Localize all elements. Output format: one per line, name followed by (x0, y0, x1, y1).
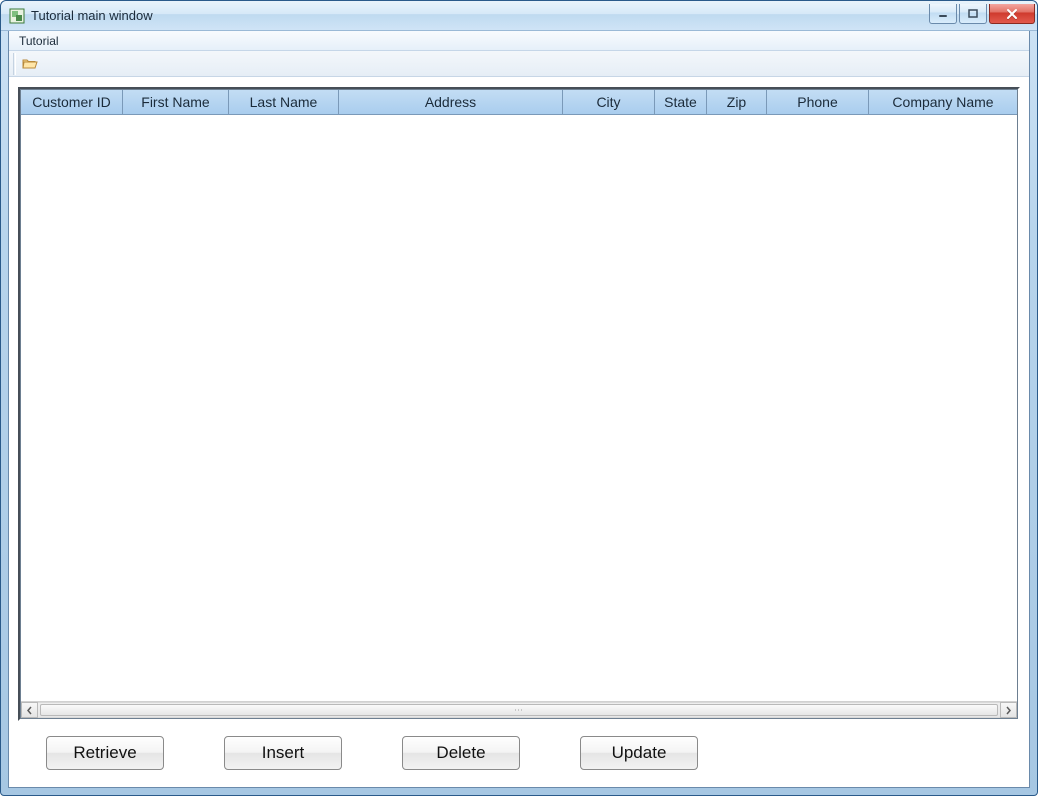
menubar: Tutorial (9, 31, 1029, 51)
app-icon (9, 8, 25, 24)
column-header-customer-id[interactable]: Customer ID (21, 90, 123, 114)
column-header-city[interactable]: City (563, 90, 655, 114)
button-row: Retrieve Insert Delete Update (18, 721, 1020, 775)
column-header-first-name[interactable]: First Name (123, 90, 229, 114)
scroll-left-button[interactable] (21, 702, 38, 718)
content-area: Customer ID First Name Last Name Address… (9, 77, 1029, 787)
delete-button[interactable]: Delete (402, 736, 520, 770)
close-icon (1005, 8, 1019, 20)
data-grid-inner: Customer ID First Name Last Name Address… (20, 89, 1018, 719)
column-header-address[interactable]: Address (339, 90, 563, 114)
chevron-left-icon (26, 706, 33, 715)
column-header-last-name[interactable]: Last Name (229, 90, 339, 114)
window-controls (929, 4, 1035, 24)
column-header-state[interactable]: State (655, 90, 707, 114)
horizontal-scrollbar[interactable]: ⋯ (21, 701, 1017, 718)
grid-header: Customer ID First Name Last Name Address… (21, 90, 1017, 115)
update-button[interactable]: Update (580, 736, 698, 770)
column-header-company-name[interactable]: Company Name (869, 90, 1017, 114)
window-title: Tutorial main window (31, 8, 929, 23)
scroll-grip-icon: ⋯ (514, 705, 524, 716)
scroll-thumb[interactable]: ⋯ (40, 704, 998, 716)
chevron-right-icon (1005, 706, 1012, 715)
minimize-icon (937, 8, 949, 20)
retrieve-button[interactable]: Retrieve (46, 736, 164, 770)
folder-open-icon (22, 57, 38, 71)
client-area: Tutorial Customer ID First Name Last Nam… (8, 31, 1030, 788)
data-grid[interactable]: Customer ID First Name Last Name Address… (18, 87, 1020, 721)
menu-item-tutorial[interactable]: Tutorial (11, 33, 67, 49)
insert-button[interactable]: Insert (224, 736, 342, 770)
toolbar-separator (13, 53, 16, 75)
toolbar (9, 51, 1029, 77)
scroll-right-button[interactable] (1000, 702, 1017, 718)
maximize-button[interactable] (959, 4, 987, 24)
grid-body[interactable] (21, 115, 1017, 701)
app-window: Tutorial main window Tutorial (0, 0, 1038, 796)
minimize-button[interactable] (929, 4, 957, 24)
scroll-track[interactable]: ⋯ (38, 702, 1000, 718)
column-header-zip[interactable]: Zip (707, 90, 767, 114)
close-button[interactable] (989, 4, 1035, 24)
titlebar[interactable]: Tutorial main window (1, 1, 1037, 31)
column-header-phone[interactable]: Phone (767, 90, 869, 114)
maximize-icon (967, 8, 979, 20)
open-button[interactable] (18, 53, 42, 75)
